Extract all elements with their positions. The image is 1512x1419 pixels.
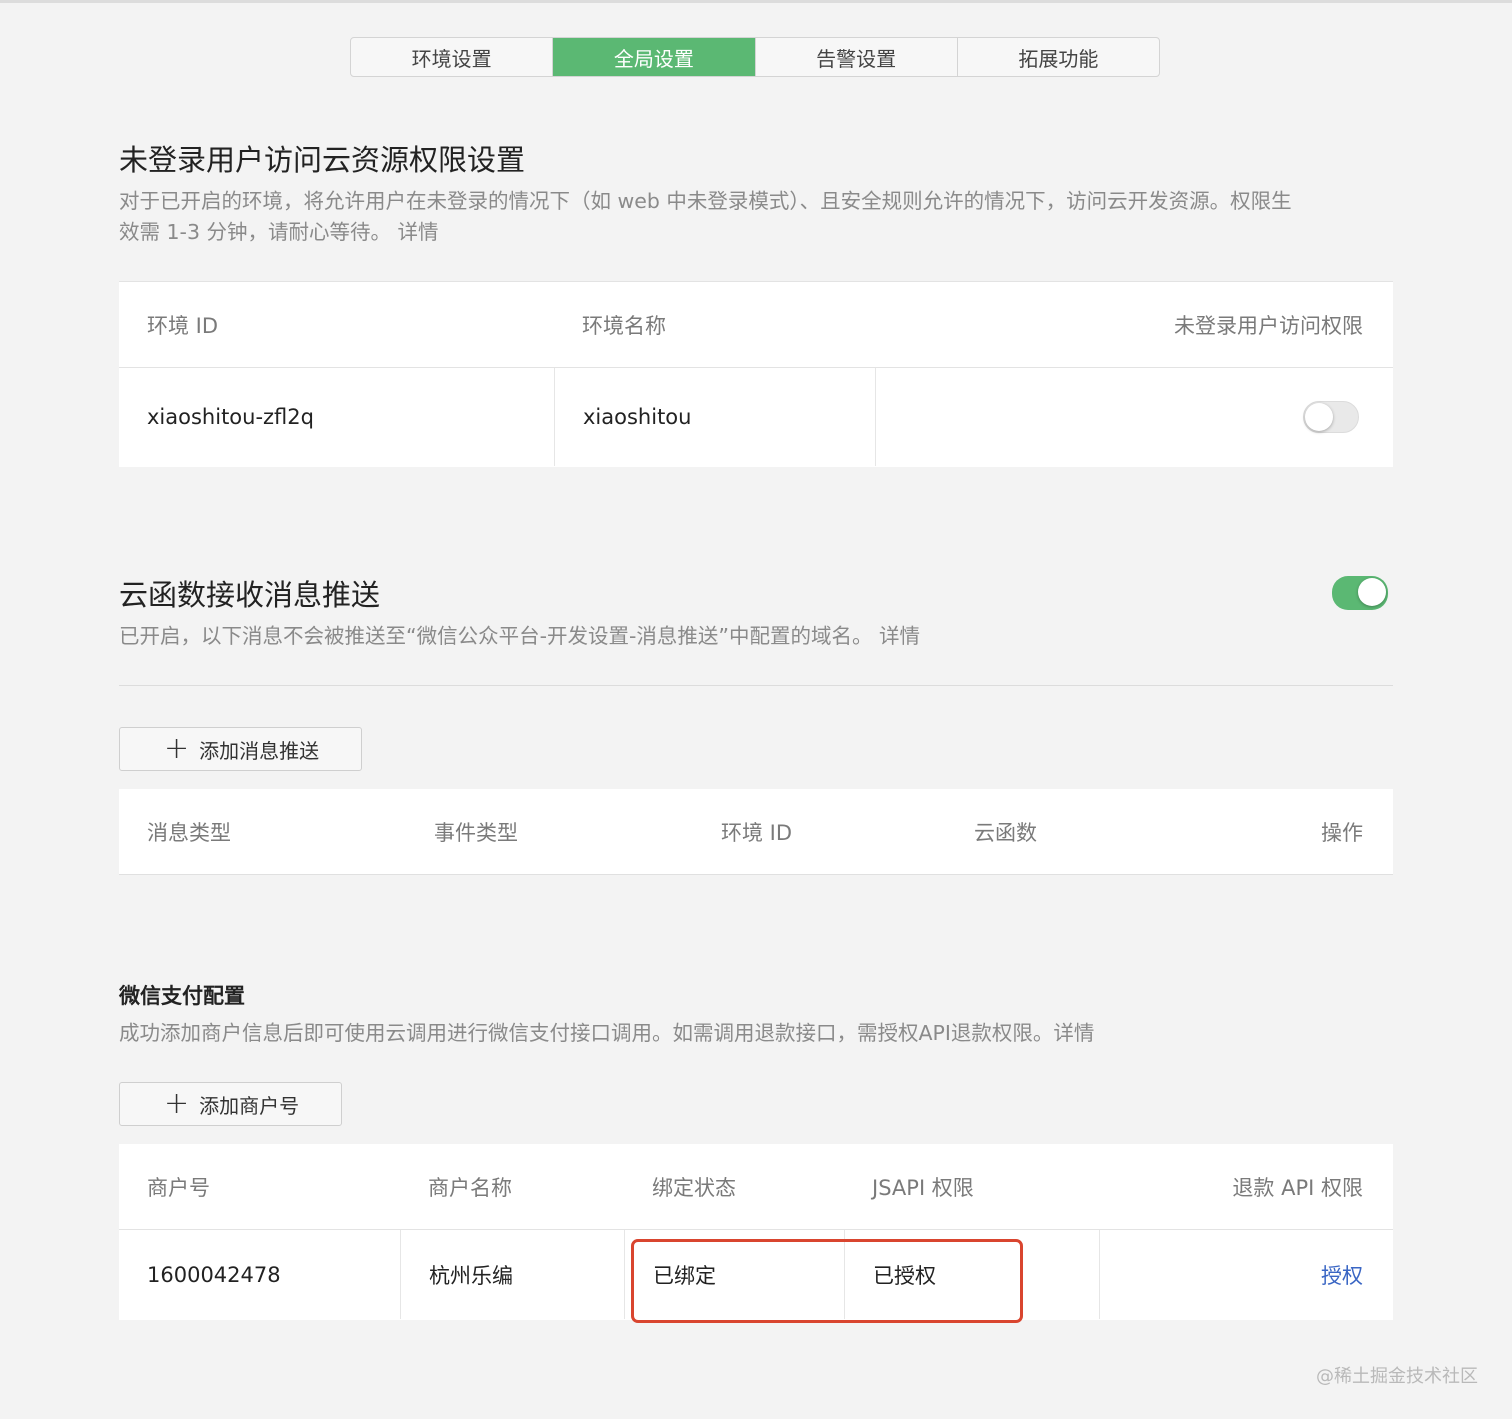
cell-env-id: xiaoshitou-zfl2q bbox=[119, 368, 555, 466]
col-refund-api-permission: 退款 API 权限 bbox=[1232, 1176, 1363, 1200]
col-merchant-id: 商户号 bbox=[147, 1176, 210, 1200]
highlight-box bbox=[631, 1239, 1023, 1323]
add-merchant-label: 添加商户号 bbox=[199, 1093, 300, 1118]
col-env-id: 环境 ID bbox=[721, 821, 793, 845]
cell-refund-api-permission: 授权 bbox=[1321, 1230, 1363, 1319]
watermark: @稀土掘金技术社区 bbox=[1316, 1366, 1478, 1387]
add-message-push-label: 添加消息推送 bbox=[199, 738, 320, 763]
plus-icon: + bbox=[164, 1086, 190, 1121]
col-cloud-function: 云函数 bbox=[974, 821, 1037, 845]
table-row: xiaoshitou-zfl2q xiaoshitou bbox=[119, 368, 1393, 466]
tab-alert-settings[interactable]: 告警设置 bbox=[756, 38, 958, 76]
cell-merchant-name: 杭州乐编 bbox=[401, 1230, 625, 1319]
tab-extensions[interactable]: 拓展功能 bbox=[958, 38, 1159, 76]
toggle-knob bbox=[1305, 403, 1333, 431]
col-env-name: 环境名称 bbox=[582, 314, 666, 338]
push-section-desc: 已开启，以下消息不会被推送至“微信公众平台-开发设置-消息推送”中配置的域名。 … bbox=[119, 624, 921, 648]
plus-icon: + bbox=[164, 731, 190, 766]
tab-global-settings[interactable]: 全局设置 bbox=[553, 38, 756, 76]
col-env-id: 环境 ID bbox=[147, 314, 219, 338]
divider bbox=[119, 685, 1393, 686]
col-actions: 操作 bbox=[1321, 821, 1363, 845]
add-merchant-button[interactable]: + 添加商户号 bbox=[119, 1082, 342, 1126]
authorize-refund-link[interactable]: 授权 bbox=[1321, 1260, 1363, 1290]
col-bind-status: 绑定状态 bbox=[652, 1176, 736, 1200]
table-header: 商户号 商户名称 绑定状态 JSAPI 权限 退款 API 权限 bbox=[119, 1144, 1393, 1230]
cell-merchant-id: 1600042478 bbox=[119, 1230, 401, 1319]
tab-env-settings[interactable]: 环境设置 bbox=[351, 38, 554, 76]
cell-env-name: xiaoshitou bbox=[555, 368, 876, 466]
unauth-desc-line2: 效需 1-3 分钟，请耐心等待。 详情 bbox=[119, 220, 439, 244]
pay-section-title: 微信支付配置 bbox=[119, 984, 245, 1008]
col-unauth-access: 未登录用户访问权限 bbox=[1174, 314, 1363, 338]
table-header: 环境 ID 环境名称 未登录用户访问权限 bbox=[119, 282, 1393, 368]
col-message-type: 消息类型 bbox=[147, 821, 231, 845]
unauth-access-toggle[interactable] bbox=[1303, 401, 1359, 433]
settings-tabs: 环境设置 全局设置 告警设置 拓展功能 bbox=[350, 37, 1160, 77]
unauth-desc-line1: 对于已开启的环境，将允许用户在未登录的情况下（如 web 中未登录模式）、且安全… bbox=[119, 189, 1292, 213]
col-merchant-name: 商户名称 bbox=[428, 1176, 512, 1200]
toggle-knob bbox=[1358, 578, 1386, 606]
unauth-section-desc: 对于已开启的环境，将允许用户在未登录的情况下（如 web 中未登录模式）、且安全… bbox=[119, 186, 1409, 248]
table-header: 消息类型 事件类型 环境 ID 云函数 操作 bbox=[119, 789, 1393, 875]
col-event-type: 事件类型 bbox=[434, 821, 518, 845]
unauth-section-title: 未登录用户访问云资源权限设置 bbox=[119, 143, 526, 177]
push-enabled-toggle[interactable] bbox=[1332, 576, 1388, 610]
add-message-push-button[interactable]: + 添加消息推送 bbox=[119, 727, 362, 771]
unauth-env-table: 环境 ID 环境名称 未登录用户访问权限 xiaoshitou-zfl2q xi… bbox=[119, 281, 1393, 467]
top-border bbox=[0, 0, 1512, 3]
pay-section-desc: 成功添加商户信息后即可使用云调用进行微信支付接口调用。如需调用退款接口，需授权A… bbox=[119, 1021, 1095, 1045]
col-jsapi-permission: JSAPI 权限 bbox=[872, 1176, 974, 1200]
push-table: 消息类型 事件类型 环境 ID 云函数 操作 bbox=[119, 789, 1393, 875]
push-section-title: 云函数接收消息推送 bbox=[119, 578, 381, 612]
